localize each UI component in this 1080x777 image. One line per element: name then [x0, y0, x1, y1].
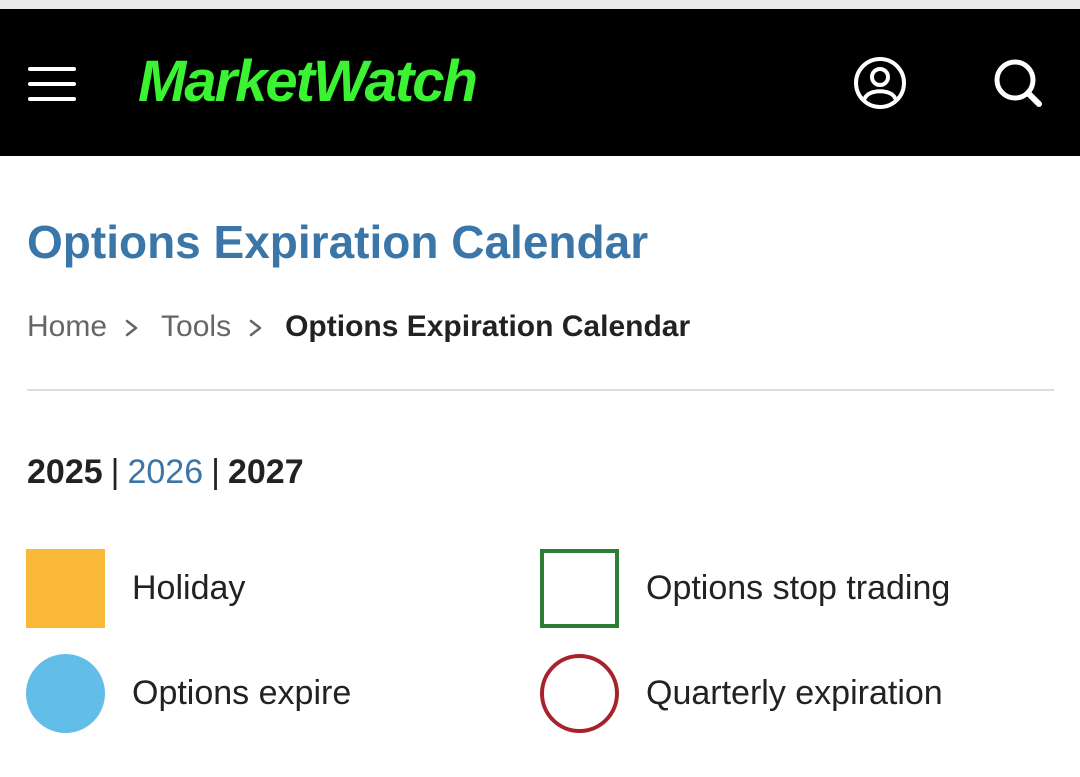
menu-icon[interactable] [28, 65, 76, 103]
year-separator: | [211, 453, 220, 491]
legend-stop-trading: Options stop trading [540, 548, 950, 628]
holiday-swatch [26, 548, 105, 628]
account-icon[interactable] [852, 55, 908, 111]
legend-quarterly: Quarterly expiration [540, 653, 943, 733]
status-strip [0, 0, 1080, 9]
quarterly-swatch [540, 653, 619, 733]
legend-label-stop-trading: Options stop trading [646, 569, 951, 607]
legend-label-holiday: Holiday [132, 569, 246, 607]
year-selector: 2025 | 2026 | 2027 [27, 450, 304, 494]
page-title: Options Expiration Calendar [27, 216, 649, 268]
search-icon[interactable] [990, 55, 1046, 111]
breadcrumb-current: Options Expiration Calendar [285, 310, 691, 343]
legend-label-expire: Options expire [132, 674, 352, 712]
year-separator: | [110, 453, 120, 491]
stop-trading-swatch [540, 548, 619, 628]
breadcrumb-tools[interactable]: Tools [161, 305, 231, 349]
legend-label-quarterly: Quarterly expiration [646, 674, 943, 712]
year-link-2026[interactable]: 2026 [127, 450, 203, 494]
divider [27, 389, 1054, 391]
year-link-2025[interactable]: 2025 [27, 450, 103, 494]
expire-swatch [26, 653, 105, 733]
year-link-2027[interactable]: 2027 [228, 450, 304, 494]
chevron-right-icon [231, 305, 285, 349]
legend-expire: Options expire [26, 653, 351, 733]
marketwatch-logo[interactable]: MarketWatch [138, 47, 478, 117]
breadcrumb-home[interactable]: Home [27, 305, 107, 349]
breadcrumb: Home Tools Options Expiration Calendar [27, 305, 690, 349]
legend-holiday: Holiday [26, 548, 245, 628]
chevron-right-icon [107, 305, 161, 349]
site-header: MarketWatch [0, 9, 1080, 156]
